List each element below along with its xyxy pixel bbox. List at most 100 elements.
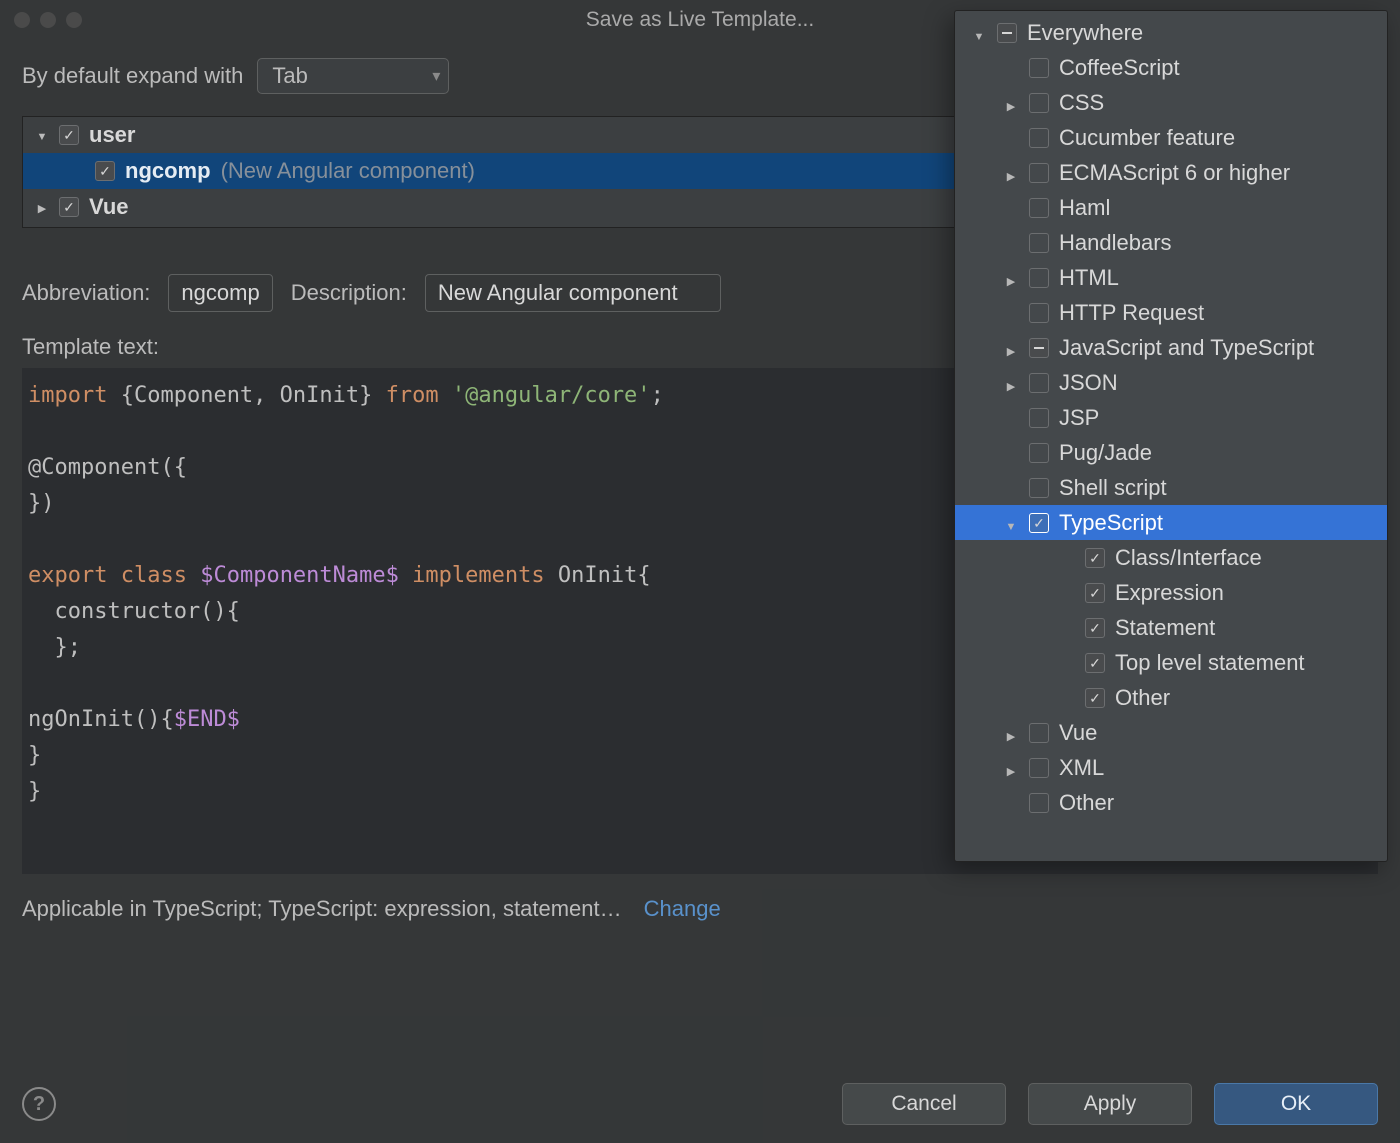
checkbox[interactable] bbox=[1085, 618, 1105, 638]
checkbox[interactable] bbox=[1029, 723, 1049, 743]
context-item-label: CoffeeScript bbox=[1059, 55, 1180, 81]
description-input[interactable]: New Angular component bbox=[425, 274, 721, 312]
traffic-min-icon[interactable] bbox=[40, 12, 56, 28]
context-tree-item[interactable]: ▶ JavaScript and TypeScript bbox=[955, 330, 1387, 365]
context-tree-item[interactable]: CoffeeScript bbox=[955, 50, 1387, 85]
code-token: $END$ bbox=[174, 707, 240, 732]
context-tree-item[interactable]: Expression bbox=[955, 575, 1387, 610]
context-tree-item[interactable]: ▶ ECMAScript 6 or higher bbox=[955, 155, 1387, 190]
context-item-label: Statement bbox=[1115, 615, 1215, 641]
context-tree[interactable]: ▼Everywhere CoffeeScript ▶CSSCucumber feat… bbox=[955, 11, 1387, 820]
chevron-down-icon: ▾ bbox=[432, 66, 440, 86]
context-item-label: ECMAScript 6 or higher bbox=[1059, 160, 1290, 186]
checkbox[interactable] bbox=[1029, 198, 1049, 218]
apply-button[interactable]: Apply bbox=[1028, 1083, 1192, 1125]
checkbox[interactable] bbox=[95, 161, 115, 181]
context-item-label: Haml bbox=[1059, 195, 1110, 221]
checkbox[interactable] bbox=[59, 197, 79, 217]
context-tree-item[interactable]: Shell script bbox=[955, 470, 1387, 505]
context-item-label: Expression bbox=[1115, 580, 1224, 606]
context-item-label: Class/Interface bbox=[1115, 545, 1262, 571]
context-tree-item[interactable]: Haml bbox=[955, 190, 1387, 225]
checkbox[interactable] bbox=[1029, 128, 1049, 148]
context-tree-item[interactable]: ▶CSS bbox=[955, 85, 1387, 120]
checkbox[interactable] bbox=[59, 125, 79, 145]
context-tree-item[interactable]: ▼Everywhere bbox=[955, 15, 1387, 50]
checkbox[interactable] bbox=[1085, 548, 1105, 568]
chevron-right-icon[interactable]: ▶ bbox=[1007, 731, 1015, 743]
checkbox[interactable] bbox=[1029, 408, 1049, 428]
context-tree-item[interactable]: Other bbox=[955, 680, 1387, 715]
context-item-label: JSON bbox=[1059, 370, 1118, 396]
context-tree-item[interactable]: ▶ HTML bbox=[955, 260, 1387, 295]
code-token: ; bbox=[651, 383, 664, 408]
change-context-link[interactable]: Change bbox=[644, 896, 721, 922]
checkbox[interactable] bbox=[1029, 268, 1049, 288]
context-tree-item[interactable]: ▼TypeScript bbox=[955, 505, 1387, 540]
ok-button[interactable]: OK bbox=[1214, 1083, 1378, 1125]
checkbox[interactable] bbox=[1029, 478, 1049, 498]
chevron-right-icon[interactable]: ▶ bbox=[1007, 766, 1015, 778]
context-tree-item[interactable]: ▶ JSON bbox=[955, 365, 1387, 400]
context-tree-item[interactable]: Pug/Jade bbox=[955, 435, 1387, 470]
abbrev-input[interactable]: ngcomp bbox=[168, 274, 272, 312]
chevron-right-icon[interactable] bbox=[35, 199, 49, 215]
checkbox[interactable] bbox=[1029, 513, 1049, 533]
chevron-down-icon[interactable]: ▼ bbox=[974, 31, 985, 43]
context-item-label: JavaScript and TypeScript bbox=[1059, 335, 1314, 361]
cancel-button[interactable]: Cancel bbox=[842, 1083, 1006, 1125]
checkbox[interactable] bbox=[1029, 373, 1049, 393]
tree-item-name: ngcomp bbox=[125, 158, 211, 184]
expand-with-combobox[interactable]: Tab ▾ bbox=[257, 58, 449, 94]
chevron-right-icon[interactable]: ▶ bbox=[1007, 381, 1015, 393]
traffic-close-icon[interactable] bbox=[14, 12, 30, 28]
context-tree-item[interactable]: Class/Interface bbox=[955, 540, 1387, 575]
context-tree-item[interactable]: Top level statement bbox=[955, 645, 1387, 680]
code-token: @Component({ bbox=[28, 455, 187, 480]
chevron-right-icon[interactable]: ▶ bbox=[1007, 346, 1015, 358]
help-button[interactable]: ? bbox=[22, 1087, 56, 1121]
abbrev-label: Abbreviation: bbox=[22, 280, 150, 306]
chevron-right-icon[interactable]: ▶ bbox=[1007, 276, 1015, 288]
checkbox[interactable] bbox=[1029, 163, 1049, 183]
checkbox[interactable] bbox=[1029, 793, 1049, 813]
context-item-label: HTML bbox=[1059, 265, 1119, 291]
checkbox[interactable] bbox=[1029, 303, 1049, 323]
checkbox[interactable] bbox=[1029, 338, 1049, 358]
context-item-label: HTTP Request bbox=[1059, 300, 1204, 326]
context-tree-item[interactable]: Statement bbox=[955, 610, 1387, 645]
context-item-label: Pug/Jade bbox=[1059, 440, 1152, 466]
context-item-label: Handlebars bbox=[1059, 230, 1172, 256]
traffic-max-icon[interactable] bbox=[66, 12, 82, 28]
context-tree-item[interactable]: Other bbox=[955, 785, 1387, 820]
context-item-label: Other bbox=[1059, 790, 1114, 816]
code-token: }; bbox=[28, 635, 81, 660]
checkbox[interactable] bbox=[997, 23, 1017, 43]
checkbox[interactable] bbox=[1029, 58, 1049, 78]
context-tree-item[interactable]: JSP bbox=[955, 400, 1387, 435]
chevron-down-icon[interactable]: ▼ bbox=[1006, 521, 1017, 533]
context-tree-item[interactable]: ▶XML bbox=[955, 750, 1387, 785]
checkbox[interactable] bbox=[1029, 233, 1049, 253]
context-tree-item[interactable]: Handlebars bbox=[955, 225, 1387, 260]
checkbox[interactable] bbox=[1029, 93, 1049, 113]
checkbox[interactable] bbox=[1085, 583, 1105, 603]
context-tree-item[interactable]: ▶Vue bbox=[955, 715, 1387, 750]
applicable-context-row: Applicable in TypeScript; TypeScript: ex… bbox=[22, 896, 1378, 922]
dialog-root: Save as Live Template... By default expa… bbox=[0, 0, 1400, 1143]
applicable-context-popup[interactable]: ▼Everywhere CoffeeScript ▶CSSCucumber feat… bbox=[954, 10, 1388, 862]
chevron-down-icon[interactable] bbox=[35, 127, 49, 143]
code-token: } bbox=[28, 779, 41, 804]
context-item-label: JSP bbox=[1059, 405, 1099, 431]
checkbox[interactable] bbox=[1029, 443, 1049, 463]
tree-item-name: user bbox=[89, 122, 135, 148]
context-item-label: Shell script bbox=[1059, 475, 1167, 501]
checkbox[interactable] bbox=[1085, 688, 1105, 708]
chevron-right-icon[interactable]: ▶ bbox=[1007, 101, 1015, 113]
context-tree-item[interactable]: HTTP Request bbox=[955, 295, 1387, 330]
checkbox[interactable] bbox=[1085, 653, 1105, 673]
window-traffic-lights bbox=[14, 12, 82, 28]
context-tree-item[interactable]: Cucumber feature bbox=[955, 120, 1387, 155]
chevron-right-icon[interactable]: ▶ bbox=[1007, 171, 1015, 183]
checkbox[interactable] bbox=[1029, 758, 1049, 778]
